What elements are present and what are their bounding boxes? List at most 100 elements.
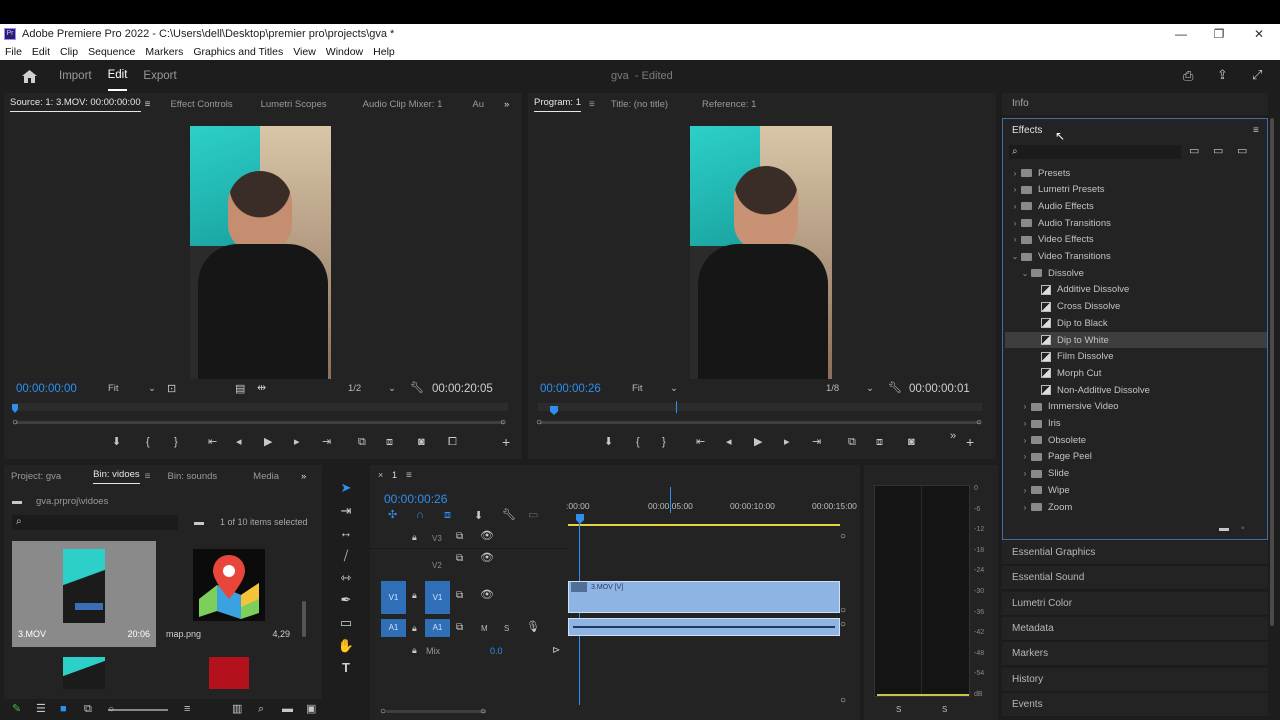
chevron-right-icon[interactable]: ›	[1019, 469, 1031, 478]
automate-icon[interactable]: ▥	[232, 704, 242, 715]
tab-reference[interactable]: Reference: 1	[702, 99, 756, 110]
effects-tree-item[interactable]: Dip to Black	[1005, 315, 1267, 331]
side-panel-tab[interactable]: Metadata	[1002, 616, 1268, 641]
project-item-3mov[interactable]: 3.MOV 20:06	[12, 541, 156, 647]
go-to-out-icon[interactable]: ⇥	[812, 437, 821, 448]
maximize-button[interactable]: ❐	[1199, 24, 1239, 44]
mark-out-icon[interactable]: }	[174, 437, 178, 448]
timeline-zoom-bar[interactable]	[386, 710, 486, 713]
tab-effect-controls[interactable]: Effect Controls	[170, 99, 232, 110]
tab-audio-truncated[interactable]: Au	[472, 99, 484, 110]
effects-tree-item[interactable]: Dip to White	[1005, 332, 1267, 348]
side-panel-tab[interactable]: Events	[1002, 692, 1268, 717]
32bit-effects-icon[interactable]: ▭	[1213, 146, 1223, 157]
settings-box-icon[interactable]: ⊡	[167, 384, 176, 395]
program-resolution-dropdown[interactable]: 1/8 ⌄	[826, 383, 874, 394]
effects-tree-item[interactable]: › Obsolete	[1005, 432, 1267, 448]
source-time-ruler[interactable]	[14, 403, 508, 411]
trash-icon[interactable]: ▪	[1241, 523, 1245, 534]
workspace-import-tab[interactable]: Import	[59, 62, 92, 90]
linked-selection-icon[interactable]: ⧈	[444, 510, 451, 521]
solo-left-button[interactable]: S	[896, 705, 901, 714]
program-timecode[interactable]: 00:00:00:26	[540, 383, 601, 395]
source-resolution-dropdown[interactable]: 1/2 ⌄	[348, 383, 396, 394]
lock-icon[interactable]: 🔒︎	[412, 532, 417, 543]
clip-thumbnail-2[interactable]	[63, 657, 105, 689]
scroll-handle-bottom[interactable]: ○	[840, 695, 846, 706]
mix-value[interactable]: 0.0	[490, 646, 503, 656]
new-bin-icon[interactable]: ▬	[1219, 523, 1229, 534]
effects-tree-item[interactable]: Morph Cut	[1005, 365, 1267, 381]
new-bin-icon[interactable]: ▬	[282, 704, 293, 715]
effects-tree-item[interactable]: › Video Effects	[1005, 232, 1267, 248]
new-item-icon[interactable]: ▣	[306, 704, 316, 715]
tab-audio-clip-mixer[interactable]: Audio Clip Mixer: 1	[363, 99, 443, 110]
step-back-icon[interactable]: ◂	[726, 437, 732, 448]
program-time-ruler[interactable]	[538, 403, 982, 411]
chevron-right-icon[interactable]: ›	[1019, 402, 1031, 411]
scroll-handle[interactable]: ○	[840, 619, 846, 630]
side-panel-tab[interactable]: Essential Sound	[1002, 566, 1268, 591]
type-tool-icon[interactable]: T	[336, 658, 356, 678]
find-icon[interactable]: ⌕	[258, 704, 264, 715]
pen-tool-icon[interactable]: ✒	[336, 590, 356, 610]
chevron-right-icon[interactable]: ›	[1009, 185, 1021, 194]
source-playhead[interactable]	[12, 404, 18, 413]
menu-window[interactable]: Window	[326, 46, 363, 58]
side-panel-tab[interactable]: History	[1002, 667, 1268, 692]
minimize-button[interactable]: —	[1161, 24, 1201, 44]
effects-tree-item[interactable]: › Audio Transitions	[1005, 215, 1267, 231]
rectangle-tool-icon[interactable]: ▭	[336, 613, 356, 633]
menu-view[interactable]: View	[293, 46, 316, 58]
info-tab[interactable]: Info	[1002, 93, 1268, 115]
freeform-view-icon[interactable]: ⧉	[84, 704, 92, 715]
camera-icon[interactable]: ◙	[908, 437, 915, 448]
menu-edit[interactable]: Edit	[32, 46, 50, 58]
tab-project[interactable]: Project: gva	[11, 471, 61, 482]
mark-in-icon[interactable]: {	[636, 437, 640, 448]
project-search-input[interactable]: ⌕	[12, 515, 178, 530]
wrench-icon[interactable]: 🔧︎	[410, 383, 424, 394]
source-zoom-dropdown[interactable]: Fit ⌄	[108, 383, 156, 394]
zoom-handle-left[interactable]: ○	[12, 417, 18, 428]
effects-tree-item[interactable]: › Slide	[1005, 466, 1267, 482]
effects-tree-item[interactable]: Film Dissolve	[1005, 349, 1267, 365]
red-color-matte-thumbnail[interactable]	[209, 657, 249, 689]
tab-source[interactable]: Source: 1: 3.MOV: 00:00:00:00	[10, 97, 141, 112]
solo-button[interactable]: S	[504, 624, 509, 633]
effects-tree-item[interactable]: Cross Dissolve	[1005, 299, 1267, 315]
effects-tree-item[interactable]: Non-Additive Dissolve	[1005, 382, 1267, 398]
add-marker-icon[interactable]: ⬇	[604, 437, 613, 448]
razor-tool-icon[interactable]: ⧸	[336, 546, 356, 566]
panel-menu-icon[interactable]: ≡	[589, 99, 595, 110]
tab-program[interactable]: Program: 1	[534, 97, 581, 112]
insert-icon[interactable]: ⧉	[358, 437, 366, 448]
zoom-handle-left[interactable]: ○	[536, 417, 542, 428]
effects-tree-item[interactable]: ⌄ Dissolve	[1005, 265, 1267, 281]
sequence-tab[interactable]: 1	[392, 470, 397, 480]
work-area-bar[interactable]	[568, 524, 840, 526]
project-scrollbar[interactable]	[302, 601, 306, 637]
lift-icon[interactable]: ⧉	[848, 437, 856, 448]
more-tabs-icon[interactable]: »	[301, 471, 306, 482]
project-item-map[interactable]: map.png 4,29	[160, 541, 306, 647]
audio-clip-3mov[interactable]	[568, 618, 840, 636]
go-to-in-icon[interactable]: ⇤	[696, 437, 705, 448]
add-button-icon[interactable]: +	[966, 435, 974, 449]
effects-tree-item[interactable]: › Zoom	[1005, 499, 1267, 515]
go-to-in-icon[interactable]: ⇤	[208, 437, 217, 448]
share-icon[interactable]: ⇪	[1217, 68, 1228, 81]
eye-icon[interactable]: 👁︎	[480, 553, 494, 564]
thumbnail-size-slider[interactable]	[108, 709, 168, 711]
chevron-right-icon[interactable]: ›	[1009, 169, 1021, 178]
tab-lumetri-scopes[interactable]: Lumetri Scopes	[261, 99, 327, 110]
slip-tool-icon[interactable]: ⇿	[336, 568, 356, 588]
sync-lock-icon[interactable]: ⧉	[456, 590, 463, 601]
tab-bin-vidoes[interactable]: Bin: vidoes	[93, 469, 140, 484]
microphone-icon[interactable]: 🎙︎	[526, 622, 540, 633]
zoom-handle-left[interactable]: ○	[380, 706, 386, 717]
timeline-ruler[interactable]: :00:0000:00:05:0000:00:10:0000:00:15:00	[566, 501, 857, 513]
overwrite-icon[interactable]: ⧈	[386, 437, 393, 448]
chevron-right-icon[interactable]: ›	[1009, 202, 1021, 211]
fullscreen-icon[interactable]: ⤢	[1252, 68, 1262, 81]
